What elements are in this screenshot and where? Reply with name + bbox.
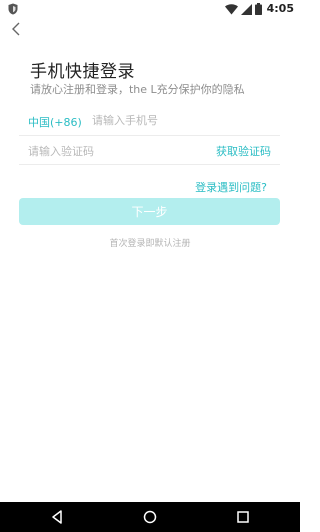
chevron-left-icon xyxy=(12,22,20,36)
status-icons: 4:05 xyxy=(224,2,294,16)
recents-square-icon[interactable] xyxy=(235,509,251,525)
wifi-icon xyxy=(224,3,238,14)
verification-code-input[interactable] xyxy=(28,143,178,159)
back-button[interactable] xyxy=(8,19,26,39)
get-code-button[interactable]: 获取验证码 xyxy=(216,143,271,159)
status-bar: 4:05 xyxy=(0,0,300,18)
signal-icon xyxy=(240,3,252,15)
page-title: 手机快捷登录 xyxy=(30,62,135,82)
home-circle-icon[interactable] xyxy=(142,509,158,525)
page-subtitle: 请放心注册和登录，the L充分保护你的隐私 xyxy=(30,83,245,96)
country-code-selector[interactable]: 中国(+86) xyxy=(28,114,82,130)
phone-input[interactable] xyxy=(92,112,272,128)
status-time: 4:05 xyxy=(266,2,294,15)
phone-row: 中国(+86) xyxy=(19,106,280,136)
back-triangle-icon[interactable] xyxy=(49,509,65,525)
navigation-bar xyxy=(0,502,300,532)
login-problem-link[interactable]: 登录遇到问题? xyxy=(195,179,267,195)
next-button[interactable]: 下一步 xyxy=(19,198,280,225)
battery-icon xyxy=(254,3,262,15)
shield-icon xyxy=(8,3,18,15)
register-notice: 首次登录即默认注册 xyxy=(109,239,191,249)
verification-code-row: 获取验证码 xyxy=(19,135,280,165)
